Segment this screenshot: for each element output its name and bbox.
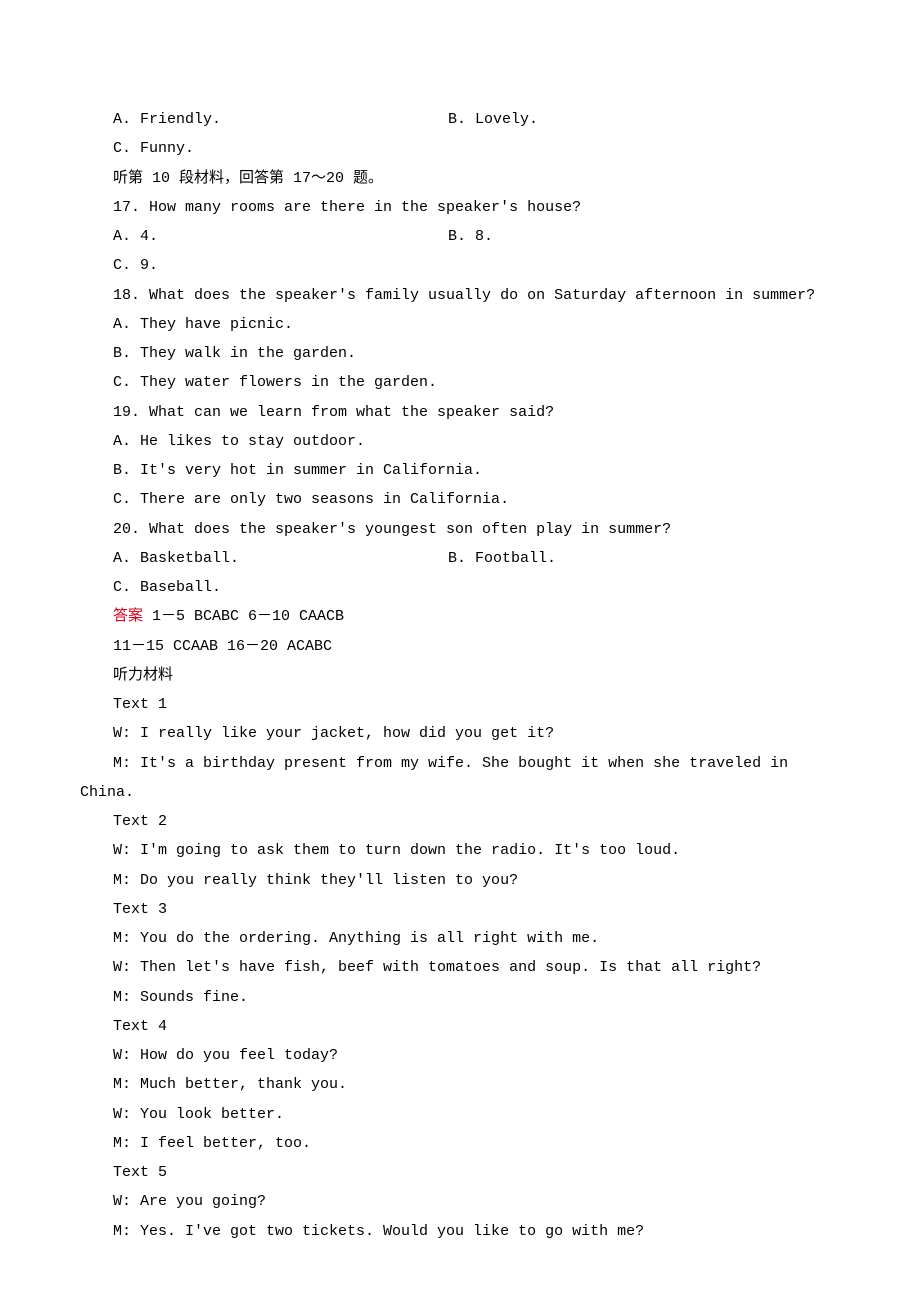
text1-m-a: M: It's a birthday present from my wife.… bbox=[80, 749, 840, 778]
q20-stem: 20. What does the speaker's youngest son… bbox=[80, 515, 840, 544]
q17-option-c: C. 9. bbox=[80, 251, 840, 280]
section-10-header: 听第 10 段材料，回答第 17～20 题。 bbox=[80, 164, 840, 193]
q17-option-b: B. 8. bbox=[448, 222, 840, 251]
q16-option-a: A. Friendly. bbox=[113, 105, 448, 134]
text4-m1: M: Much better, thank you. bbox=[80, 1070, 840, 1099]
listening-material-header: 听力材料 bbox=[80, 661, 840, 690]
q18-stem: 18. What does the speaker's family usual… bbox=[80, 281, 840, 310]
answer-label: 答案 bbox=[113, 608, 143, 625]
text5-m: M: Yes. I've got two tickets. Would you … bbox=[80, 1217, 840, 1246]
text3-w: W: Then let's have fish, beef with tomat… bbox=[80, 953, 840, 982]
q17-stem: 17. How many rooms are there in the spea… bbox=[80, 193, 840, 222]
text4-w2: W: You look better. bbox=[80, 1100, 840, 1129]
text5-w: W: Are you going? bbox=[80, 1187, 840, 1216]
q19-option-a: A. He likes to stay outdoor. bbox=[80, 427, 840, 456]
q18-option-a: A. They have picnic. bbox=[80, 310, 840, 339]
answer-text-1: 1－5 BCABC 6－10 CAACB bbox=[143, 608, 344, 625]
exam-page: A. Friendly. B. Lovely. C. Funny. 听第 10 … bbox=[0, 0, 920, 1306]
text1-w: W: I really like your jacket, how did yo… bbox=[80, 719, 840, 748]
text4-header: Text 4 bbox=[80, 1012, 840, 1041]
q20-option-c: C. Baseball. bbox=[80, 573, 840, 602]
text2-header: Text 2 bbox=[80, 807, 840, 836]
q17-options-row1: A. 4. B. 8. bbox=[80, 222, 840, 251]
text2-w: W: I'm going to ask them to turn down th… bbox=[80, 836, 840, 865]
text4-m2: M: I feel better, too. bbox=[80, 1129, 840, 1158]
q19-option-b: B. It's very hot in summer in California… bbox=[80, 456, 840, 485]
text3-m2: M: Sounds fine. bbox=[80, 983, 840, 1012]
q20-option-b: B. Football. bbox=[448, 544, 840, 573]
text4-w1: W: How do you feel today? bbox=[80, 1041, 840, 1070]
text3-header: Text 3 bbox=[80, 895, 840, 924]
answer-line-1: 答案 1－5 BCABC 6－10 CAACB bbox=[80, 602, 840, 631]
q20-option-a: A. Basketball. bbox=[113, 544, 448, 573]
answer-line-2: 11－15 CCAAB 16－20 ACABC bbox=[80, 632, 840, 661]
q20-options-row1: A. Basketball. B. Football. bbox=[80, 544, 840, 573]
q18-option-b: B. They walk in the garden. bbox=[80, 339, 840, 368]
q17-option-a: A. 4. bbox=[113, 222, 448, 251]
text2-m: M: Do you really think they'll listen to… bbox=[80, 866, 840, 895]
q18-option-c: C. They water flowers in the garden. bbox=[80, 368, 840, 397]
q16-option-b: B. Lovely. bbox=[448, 105, 840, 134]
q19-stem: 19. What can we learn from what the spea… bbox=[80, 398, 840, 427]
q19-option-c: C. There are only two seasons in Califor… bbox=[80, 485, 840, 514]
text1-header: Text 1 bbox=[80, 690, 840, 719]
q16-option-c: C. Funny. bbox=[80, 134, 840, 163]
q16-options-row1: A. Friendly. B. Lovely. bbox=[80, 105, 840, 134]
text3-m1: M: You do the ordering. Anything is all … bbox=[80, 924, 840, 953]
text1-m-b: China. bbox=[80, 778, 840, 807]
text5-header: Text 5 bbox=[80, 1158, 840, 1187]
